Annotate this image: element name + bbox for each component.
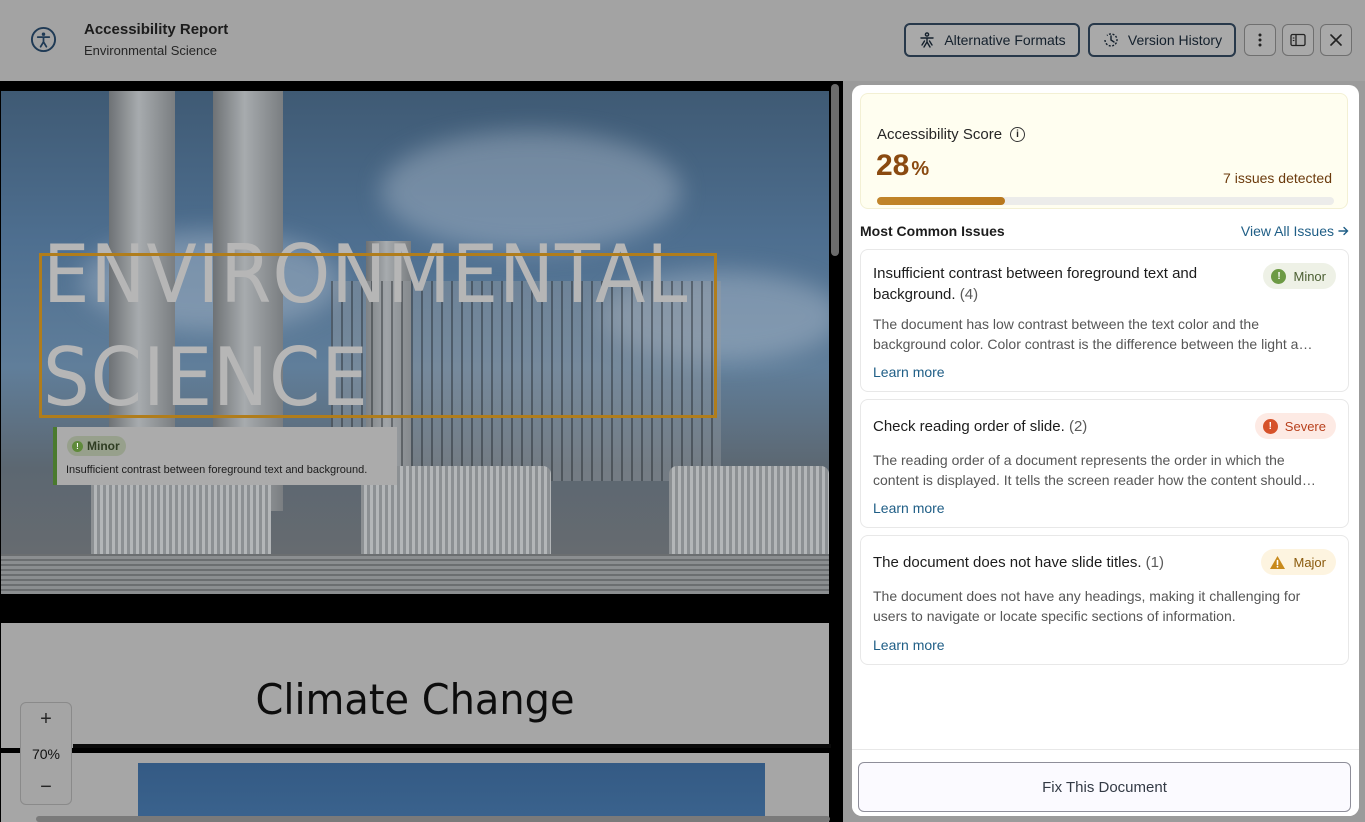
more-options-button[interactable] [1244, 24, 1276, 56]
severity-badge-major: Major [1261, 549, 1336, 575]
zoom-control: + 70% − [20, 702, 72, 805]
warning-triangle-icon [1270, 555, 1286, 569]
version-history-label: Version History [1127, 32, 1223, 48]
history-clock-icon [1104, 33, 1118, 47]
slide-2: Climate Change [1, 623, 831, 748]
page-title: Accessibility Report [84, 21, 229, 38]
severity-badge-minor: ! Minor [1263, 263, 1336, 289]
common-issues-heading: Most Common Issues [860, 223, 1005, 239]
learn-more-link[interactable]: Learn more [873, 637, 945, 653]
close-icon [1330, 34, 1342, 46]
arrow-right-icon [1338, 226, 1349, 236]
info-icon[interactable]: i [1010, 127, 1026, 142]
alternative-formats-label: Alternative Formats [944, 32, 1066, 48]
slide-image [138, 763, 765, 822]
zoom-out-button[interactable]: − [21, 770, 71, 804]
issue-title-text: Check reading order of slide. [873, 418, 1065, 435]
score-progress-bar [877, 197, 1334, 205]
score-label-text: Accessibility Score [877, 126, 1003, 143]
score-label: Accessibility Score i [877, 126, 1026, 143]
alternative-formats-button[interactable]: Alternative Formats [904, 23, 1080, 57]
version-history-button[interactable]: Version History [1088, 23, 1236, 57]
learn-more-link[interactable]: Learn more [873, 500, 945, 516]
accessibility-person-icon [920, 32, 935, 48]
divider [73, 744, 831, 748]
issue-title: Check reading order of slide. (2) [873, 416, 1243, 437]
accessibility-icon [30, 26, 57, 53]
score-number: 28 [876, 149, 910, 182]
issue-highlight-box[interactable] [39, 253, 717, 418]
score-unit: % [911, 158, 930, 180]
view-all-label: View All Issues [1240, 223, 1334, 239]
issue-count: (1) [1145, 554, 1165, 571]
severity-label: Major [1293, 554, 1326, 570]
minor-icon: ! [1271, 268, 1287, 284]
minor-icon: ! [72, 440, 83, 452]
minor-badge: ! Minor [67, 436, 126, 456]
fix-document-button[interactable]: Fix This Document [858, 762, 1351, 812]
document-preview[interactable]: ENVIRONMENTAL SCIENCE ! Minor Insufficie… [0, 81, 843, 822]
severe-icon: ! [1262, 418, 1278, 434]
panel-footer: Fix This Document [852, 749, 1359, 816]
issue-card[interactable]: Insufficient contrast between foreground… [860, 249, 1349, 392]
severity-label: Minor [1293, 268, 1326, 284]
zoom-in-button[interactable]: + [21, 703, 71, 737]
issue-title: Insufficient contrast between foreground… [873, 263, 1243, 305]
slide-3 [1, 753, 829, 822]
issue-title-text: Insufficient contrast between foreground… [873, 265, 1198, 303]
issue-title: The document does not have slide titles.… [873, 552, 1243, 573]
score-progress-fill [877, 197, 1005, 205]
panel-toggle-icon [1290, 33, 1306, 47]
zoom-level: 70% [31, 745, 61, 762]
score-card: Accessibility Score i 28% 7 issues detec… [860, 93, 1348, 209]
tooltip-severity: Minor [87, 439, 120, 453]
close-button[interactable] [1320, 24, 1352, 56]
more-vertical-icon [1258, 33, 1262, 47]
issues-count: 7 issues detected [1223, 170, 1332, 186]
severity-badge-severe: ! Severe [1254, 413, 1336, 439]
ground-image [1, 554, 829, 594]
learn-more-link[interactable]: Learn more [873, 364, 945, 380]
document-name: Environmental Science [84, 43, 217, 58]
issue-description: The document does not have any headings,… [873, 588, 1301, 624]
toggle-panel-button[interactable] [1282, 24, 1314, 56]
issue-description: The reading order of a document represen… [873, 452, 1302, 488]
issue-tooltip: ! Minor Insufficient contrast between fo… [53, 427, 397, 485]
slide-title: Climate Change [255, 675, 575, 724]
score-value: 28% [876, 149, 929, 183]
tooltip-text: Insufficient contrast between foreground… [66, 464, 368, 476]
issue-description: The document has low contrast between th… [873, 316, 1315, 352]
app-header: Accessibility Report Environmental Scien… [0, 0, 1365, 81]
issue-card[interactable]: Check reading order of slide. (2) ! Seve… [860, 399, 1349, 528]
cooling-tower-image [669, 466, 829, 556]
severity-label: Severe [1284, 418, 1326, 434]
horizontal-scrollbar[interactable] [36, 816, 830, 822]
accessibility-panel: Accessibility Score i 28% 7 issues detec… [852, 85, 1359, 816]
view-all-issues-link[interactable]: View All Issues [1241, 223, 1349, 239]
issue-title-text: The document does not have slide titles. [873, 554, 1142, 571]
slide-1: ENVIRONMENTAL SCIENCE ! Minor Insufficie… [1, 91, 829, 594]
vertical-scrollbar[interactable] [831, 84, 839, 256]
issue-count: (4) [959, 286, 979, 303]
issue-count: (2) [1068, 418, 1088, 435]
issue-card[interactable]: The document does not have slide titles.… [860, 535, 1349, 665]
